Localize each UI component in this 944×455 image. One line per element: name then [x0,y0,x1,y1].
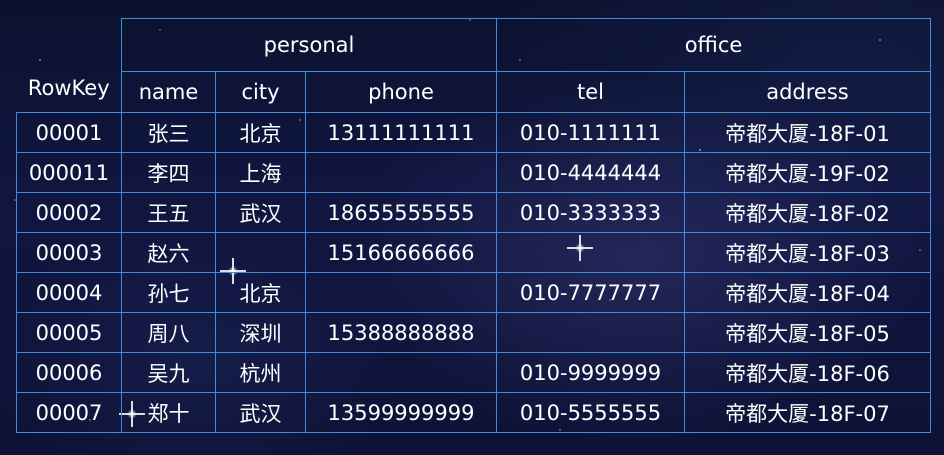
column-header-city: city [215,71,306,113]
tel-cell: 010-9999999 [496,352,685,393]
rowkey-cell: 00004 [16,272,122,313]
hbase-table: RowKey personal office name city phone t… [16,18,931,433]
city-cell: 武汉 [215,392,306,433]
city-cell: 北京 [215,112,306,153]
tel-cell: 010-1111111 [496,112,685,153]
address-cell: 帝都大厦-18F-05 [684,312,931,353]
tel-cell [496,232,685,273]
rowkey-cell: 00002 [16,192,122,233]
phone-cell: 15388888888 [305,312,497,353]
name-cell: 吴九 [121,352,216,393]
table-row: 00006 吴九 杭州 010-9999999 帝都大厦-18F-06 [16,352,931,393]
phone-cell [305,152,497,193]
address-cell: 帝都大厦-18F-04 [684,272,931,313]
city-cell: 武汉 [215,192,306,233]
table-row: 000011 李四 上海 010-4444444 帝都大厦-19F-02 [16,152,931,193]
name-cell: 赵六 [121,232,216,273]
table-row: 00005 周八 深圳 15388888888 帝都大厦-18F-05 [16,312,931,353]
phone-cell: 18655555555 [305,192,497,233]
phone-cell: 13111111111 [305,112,497,153]
column-header-row: name city phone tel address [17,71,931,113]
address-cell: 帝都大厦-18F-01 [684,112,931,153]
phone-cell: 15166666666 [305,232,497,273]
column-family-office: office [496,18,931,72]
table-row: 00007 郑十 武汉 13599999999 010-5555555 帝都大厦… [16,392,931,433]
address-cell: 帝都大厦-19F-02 [684,152,931,193]
rowkey-cell: 000011 [16,152,122,193]
table-row: 00001 张三 北京 13111111111 010-1111111 帝都大厦… [16,112,931,153]
tel-cell: 010-4444444 [496,152,685,193]
rowkey-cell: 00006 [16,352,122,393]
column-family-header-row: RowKey personal office [16,18,931,113]
column-header-phone: phone [305,71,497,113]
city-cell: 深圳 [215,312,306,353]
address-cell: 帝都大厦-18F-03 [684,232,931,273]
tel-cell: 010-3333333 [496,192,685,233]
name-cell: 张三 [121,112,216,153]
phone-cell [305,352,497,393]
address-cell: 帝都大厦-18F-06 [684,352,931,393]
name-cell: 李四 [121,152,216,193]
table-row: 00002 王五 武汉 18655555555 010-3333333 帝都大厦… [16,192,931,233]
rowkey-cell: 00007 [16,392,122,433]
address-cell: 帝都大厦-18F-07 [684,392,931,433]
column-header-address: address [684,71,931,113]
phone-cell [305,272,497,313]
city-cell: 杭州 [215,352,306,393]
name-cell: 王五 [121,192,216,233]
table-row: 00003 赵六 15166666666 帝都大厦-18F-03 [16,232,931,273]
column-family-personal: personal [121,18,497,72]
rowkey-cell: 00001 [16,112,122,153]
table-row: 00004 孙七 北京 010-7777777 帝都大厦-18F-04 [16,272,931,313]
phone-cell: 13599999999 [305,392,497,433]
tel-cell: 010-7777777 [496,272,685,313]
city-cell: 上海 [215,152,306,193]
rowkey-cell: 00005 [16,312,122,353]
rowkey-cell: 00003 [16,232,122,273]
city-cell [215,232,306,273]
address-cell: 帝都大厦-18F-02 [684,192,931,233]
name-cell: 孙七 [121,272,216,313]
name-cell: 周八 [121,312,216,353]
name-cell: 郑十 [121,392,216,433]
city-cell: 北京 [215,272,306,313]
column-header-tel: tel [496,71,685,113]
column-header-name: name [121,71,216,113]
tel-cell [496,312,685,353]
tel-cell: 010-5555555 [496,392,685,433]
rowkey-header: RowKey [16,18,122,113]
